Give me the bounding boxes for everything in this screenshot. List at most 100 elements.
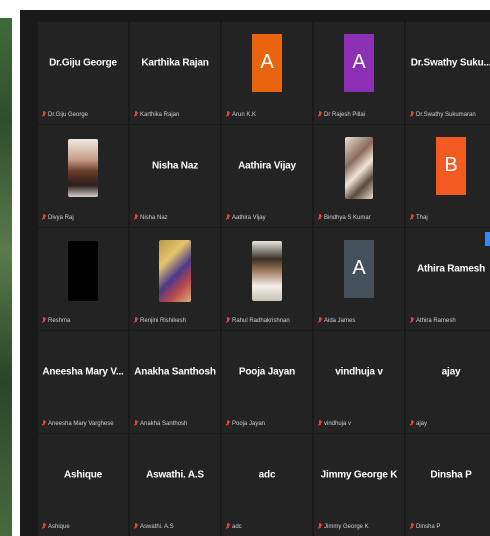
meeting-gallery-window: Dr.Giju George Dr.Giju George Karthika Raj…	[20, 10, 490, 536]
participant-label-text: Aida James	[324, 317, 356, 324]
participant-tile[interactable]: Nisha Naz Nisha Naz	[130, 125, 220, 227]
participant-label-text: Thaj	[416, 214, 428, 221]
participant-label-text: Anakha Santhosh	[140, 420, 188, 427]
muted-mic-icon	[318, 214, 322, 221]
participant-label-text: Renjini Rishikesh	[140, 317, 187, 324]
muted-mic-icon	[42, 420, 46, 427]
participant-name-label: Karthika Rajan	[134, 111, 216, 118]
participant-display-name: Anakha Santhosh	[134, 366, 216, 378]
participant-display-name: Athira Ramesh	[417, 263, 485, 275]
participant-name-label: ajay	[410, 420, 490, 427]
participant-name-label: Aida James	[318, 317, 400, 324]
participant-label-text: Athira Ramesh	[416, 317, 456, 324]
muted-mic-icon	[410, 523, 414, 530]
muted-mic-icon	[318, 420, 322, 427]
participant-avatar: B	[436, 136, 466, 195]
participant-label-text: Pooja Jayan	[232, 420, 266, 427]
participant-tile[interactable]: A Dr Rajesh Pillai	[314, 22, 404, 124]
participant-tile[interactable]: adc adc	[222, 434, 312, 536]
participant-tile[interactable]: Dr.Swathy Suku... Dr.Swathy Sukumaran	[406, 22, 490, 124]
participant-tile[interactable]: Jimmy George K Jimmy George K	[314, 434, 404, 536]
participant-label-text: Rahul Radhakrishnan	[232, 317, 290, 324]
participant-display-name: Nisha Naz	[152, 160, 198, 172]
muted-mic-icon	[134, 523, 138, 530]
participant-display-name: Dinsha P	[430, 469, 472, 481]
participant-name-label: Ashique	[42, 523, 124, 530]
participant-label-text: Bindhya S Kumar	[324, 214, 371, 221]
participant-tile[interactable]: Aswathi. A.S Aswathi. A.S	[130, 434, 220, 536]
participant-name-label: Thaj	[410, 214, 490, 221]
participant-tile[interactable]: Ashique Ashique	[38, 434, 128, 536]
participant-name-label: Dinsha P	[410, 523, 490, 530]
muted-mic-icon	[42, 523, 46, 530]
side-panel-tab[interactable]	[485, 232, 490, 246]
participant-label-text: Divya Raj	[48, 214, 74, 221]
participant-label-text: Dr.Giju George	[48, 111, 89, 118]
muted-mic-icon	[226, 523, 230, 530]
participant-name-label: Athira Ramesh	[410, 317, 490, 324]
muted-mic-icon	[226, 214, 230, 221]
participant-avatar: A	[344, 33, 374, 92]
participant-tile[interactable]: Dr.Giju George Dr.Giju George	[38, 22, 128, 124]
participant-tile[interactable]: Renjini Rishikesh	[130, 228, 220, 330]
participant-tile[interactable]: Aneesha Mary V... Aneesha Mary Varghese	[38, 331, 128, 433]
participant-tile[interactable]: Rahul Radhakrishnan	[222, 228, 312, 330]
participant-label-text: Karthika Rajan	[140, 111, 180, 118]
participant-label-text: Jimmy George K	[324, 523, 369, 530]
participant-photo	[345, 136, 373, 199]
participant-tile[interactable]: Dinsha P Dinsha P	[406, 434, 490, 536]
participant-label-text: Aneesha Mary Varghese	[48, 420, 114, 427]
muted-mic-icon	[42, 317, 46, 324]
participant-tile[interactable]: Divya Raj	[38, 125, 128, 227]
participant-tile[interactable]: vindhuja v vindhuja v	[314, 331, 404, 433]
participant-name-label: Dr Rajesh Pillai	[318, 111, 400, 118]
background-video-strip	[0, 18, 12, 536]
muted-mic-icon	[318, 317, 322, 324]
participant-photo	[252, 240, 282, 301]
participant-tile[interactable]: Aathira Vijay Aathira Vijay	[222, 125, 312, 227]
participant-display-name: Aneesha Mary V...	[42, 366, 124, 378]
participant-name-label: Renjini Rishikesh	[134, 317, 216, 324]
muted-mic-icon	[410, 317, 414, 324]
participant-name-label: Rahul Radhakrishnan	[226, 317, 308, 324]
muted-mic-icon	[410, 214, 414, 221]
muted-mic-icon	[318, 523, 322, 530]
participant-name-label: Pooja Jayan	[226, 420, 308, 427]
participant-display-name: Ashique	[63, 469, 103, 481]
participant-display-name: Aathira Vijay	[238, 160, 296, 172]
participant-tile[interactable]: A Arun K.K	[222, 22, 312, 124]
participant-tile[interactable]: Pooja Jayan Pooja Jayan	[222, 331, 312, 433]
participant-display-name: Aswathi. A.S	[146, 469, 204, 481]
participant-display-name: adc	[258, 469, 276, 481]
participant-label-text: Dr.Swathy Sukumaran	[416, 111, 476, 118]
participant-tile[interactable]: Karthika Rajan Karthika Rajan	[130, 22, 220, 124]
participant-tile[interactable]: Reshma	[38, 228, 128, 330]
participant-name-label: Aneesha Mary Varghese	[42, 420, 124, 427]
participant-name-label: Nisha Naz	[134, 214, 216, 221]
muted-mic-icon	[318, 111, 322, 118]
participant-display-name: Karthika Rajan	[141, 57, 209, 69]
participant-label-text: Aathira Vijay	[232, 214, 266, 221]
participant-grid: Dr.Giju George Dr.Giju George Karthika Raj…	[38, 22, 490, 536]
muted-mic-icon	[226, 317, 230, 324]
participant-name-label: Dr.Giju George	[42, 111, 124, 118]
participant-avatar: A	[252, 33, 282, 92]
participant-name-label: adc	[226, 523, 308, 530]
muted-mic-icon	[410, 420, 414, 427]
muted-mic-icon	[226, 420, 230, 427]
participant-label-text: ajay	[416, 420, 428, 427]
participant-tile[interactable]: A Aida James	[314, 228, 404, 330]
muted-mic-icon	[134, 420, 138, 427]
muted-mic-icon	[134, 317, 138, 324]
participant-label-text: Reshma	[48, 317, 71, 324]
participant-tile[interactable]: Anakha Santhosh Anakha Santhosh	[130, 331, 220, 433]
participant-tile[interactable]: ajay ajay	[406, 331, 490, 433]
participant-name-label: Arun K.K	[226, 111, 308, 118]
participant-tile[interactable]: Athira Ramesh Athira Ramesh	[406, 228, 490, 330]
participant-tile[interactable]: B Thaj	[406, 125, 490, 227]
participant-label-text: Nisha Naz	[140, 214, 168, 221]
participant-tile[interactable]: Bindhya S Kumar	[314, 125, 404, 227]
muted-mic-icon	[134, 214, 138, 221]
participant-label-text: Ashique	[48, 523, 70, 530]
participant-avatar: A	[344, 239, 374, 298]
